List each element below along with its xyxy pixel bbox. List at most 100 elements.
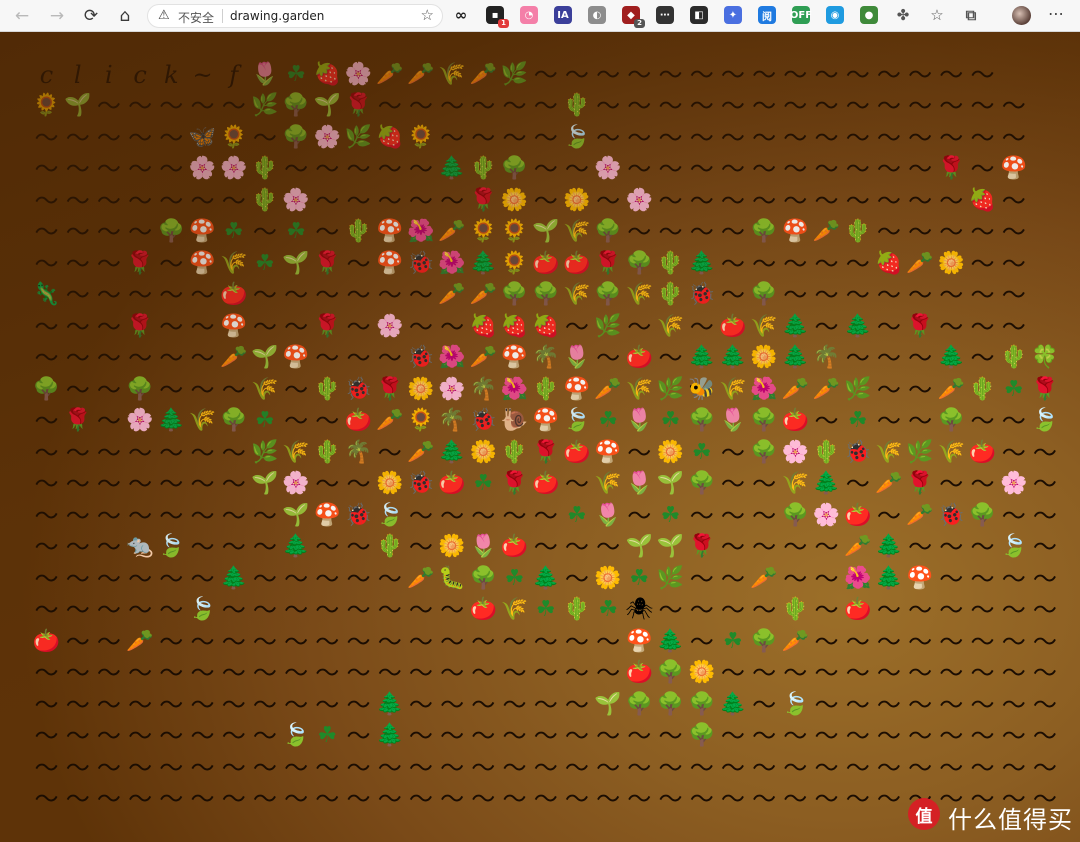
tomato-tile[interactable]: 🍅 — [468, 595, 499, 626]
tree-tile[interactable]: 🌳 — [749, 437, 780, 468]
squiggle-tile[interactable]: 〜 — [31, 311, 62, 342]
squiggle-tile[interactable]: 〜 — [125, 658, 156, 689]
squiggle-tile[interactable]: 〜 — [125, 185, 156, 216]
toggle-ext-icon[interactable]: OFF — [790, 6, 812, 24]
spider-tile[interactable]: 🕷 — [624, 595, 655, 626]
squiggle-tile[interactable]: 〜 — [749, 689, 780, 720]
squiggle-tile[interactable]: 〜 — [93, 563, 124, 594]
ublock-ext-icon[interactable]: ◆ 2 — [622, 6, 645, 28]
leaf-tile[interactable]: 🍃 — [1029, 406, 1060, 437]
rice-tile[interactable]: 🌾 — [624, 280, 655, 311]
squiggle-tile[interactable]: 〜 — [998, 406, 1029, 437]
caterpillar-tile[interactable]: 🐛 — [437, 563, 468, 594]
cherry-blossom-tile[interactable]: 🌸 — [125, 406, 156, 437]
carrot-tile[interactable]: 🥕 — [936, 374, 967, 405]
squiggle-tile[interactable]: 〜 — [62, 532, 93, 563]
strawberry-tile[interactable]: 🍓 — [530, 311, 561, 342]
squiggle-tile[interactable]: 〜 — [811, 154, 842, 185]
cherry-blossom-tile[interactable]: 🌸 — [998, 469, 1029, 500]
warning-icon[interactable]: ⚠ — [158, 8, 170, 23]
squiggle-tile[interactable]: 〜 — [125, 122, 156, 153]
tomato-tile[interactable]: 🍅 — [780, 406, 811, 437]
squiggle-tile[interactable]: 〜 — [998, 280, 1029, 311]
cactus-tile[interactable]: 🌵 — [780, 595, 811, 626]
squiggle-tile[interactable]: 〜 — [873, 658, 904, 689]
squiggle-tile[interactable]: 〜 — [905, 721, 936, 752]
ladybug-tile[interactable]: 🐞 — [405, 343, 436, 374]
squiggle-tile[interactable]: 〜 — [561, 721, 592, 752]
squiggle-tile[interactable]: 〜 — [499, 91, 530, 122]
squiggle-tile[interactable]: 〜 — [374, 91, 405, 122]
mushroom-tile[interactable]: 🍄 — [561, 374, 592, 405]
rice-tile[interactable]: 🌾 — [561, 280, 592, 311]
squiggle-tile[interactable]: 〜 — [156, 91, 187, 122]
carrot-tile[interactable]: 🥕 — [811, 374, 842, 405]
squiggle-tile[interactable]: 〜 — [780, 532, 811, 563]
tampermonkey-ext-icon[interactable]: ▪ 1 — [486, 6, 509, 28]
carrot-tile[interactable]: 🥕 — [905, 248, 936, 279]
tree-tile[interactable]: 🌳 — [125, 374, 156, 405]
shamrock-tile[interactable]: ☘ — [655, 500, 686, 531]
squiggle-tile[interactable]: 〜 — [125, 595, 156, 626]
carrot-tile[interactable]: 🥕 — [405, 59, 436, 90]
evergreen-tile[interactable]: 🌲 — [780, 311, 811, 342]
squiggle-tile[interactable]: 〜 — [749, 248, 780, 279]
tree-tile[interactable]: 🌳 — [655, 658, 686, 689]
cherry-blossom-tile[interactable]: 🌸 — [281, 469, 312, 500]
rose-tile[interactable]: 🌹 — [374, 374, 405, 405]
squiggle-tile[interactable]: 〜 — [374, 658, 405, 689]
rose-tile[interactable]: 🌹 — [62, 406, 93, 437]
tulip-tile[interactable]: 🌷 — [249, 59, 280, 90]
carrot-tile[interactable]: 🥕 — [374, 406, 405, 437]
squiggle-tile[interactable]: 〜 — [218, 91, 249, 122]
blossom-tile[interactable]: 🌼 — [593, 563, 624, 594]
tree-tile[interactable]: 🌳 — [499, 154, 530, 185]
squiggle-tile[interactable]: 〜 — [93, 658, 124, 689]
squiggle-tile[interactable]: 〜 — [749, 91, 780, 122]
squiggle-tile[interactable]: 〜 — [437, 185, 468, 216]
squiggle-tile[interactable]: 〜 — [93, 406, 124, 437]
squiggle-tile[interactable]: 〜 — [125, 217, 156, 248]
squiggle-tile[interactable]: 〜 — [187, 563, 218, 594]
squiggle-tile[interactable]: 〜 — [31, 784, 62, 815]
squiggle-tile[interactable]: 〜 — [873, 217, 904, 248]
squiggle-tile[interactable]: 〜 — [561, 311, 592, 342]
mouse-ext-icon[interactable]: ◐ — [588, 6, 606, 24]
squiggle-tile[interactable]: 〜 — [249, 311, 280, 342]
rat-tile[interactable]: 🐀 — [125, 532, 156, 563]
squiggle-tile[interactable]: 〜 — [842, 91, 873, 122]
mushroom-tile[interactable]: 🍄 — [530, 406, 561, 437]
mushroom-tile[interactable]: 🍄 — [905, 563, 936, 594]
squiggle-tile[interactable]: 〜 — [811, 59, 842, 90]
squiggle-tile[interactable]: 〜 — [31, 406, 62, 437]
mushroom-tile[interactable]: 🍄 — [374, 248, 405, 279]
squiggle-tile[interactable]: 〜 — [125, 689, 156, 720]
squiggle-tile[interactable]: 〜 — [156, 689, 187, 720]
tree-tile[interactable]: 🌳 — [281, 91, 312, 122]
squiggle-tile[interactable]: 〜 — [374, 185, 405, 216]
squiggle-tile[interactable]: 〜 — [905, 217, 936, 248]
squiggle-tile[interactable]: 〜 — [312, 784, 343, 815]
evergreen-tile[interactable]: 🌲 — [374, 721, 405, 752]
puzzle-ext-icon[interactable]: ✤ — [894, 6, 912, 24]
sunflower-tile[interactable]: 🌻 — [405, 406, 436, 437]
squiggle-tile[interactable]: 〜 — [873, 784, 904, 815]
evergreen-tile[interactable]: 🌲 — [873, 563, 904, 594]
squiggle-tile[interactable]: 〜 — [873, 595, 904, 626]
squiggle-tile[interactable]: 〜 — [905, 626, 936, 657]
shield-ext-icon[interactable]: ◉ — [826, 6, 844, 24]
squiggle-tile[interactable]: 〜 — [1029, 563, 1060, 594]
squiggle-tile[interactable]: 〜 — [187, 311, 218, 342]
tomato-tile[interactable]: 🍅 — [561, 248, 592, 279]
squiggle-tile[interactable]: 〜 — [998, 248, 1029, 279]
evergreen-tile[interactable]: 🌲 — [218, 563, 249, 594]
squiggle-tile[interactable]: 〜 — [749, 59, 780, 90]
blossom-tile[interactable]: 🌼 — [437, 532, 468, 563]
seedling-tile[interactable]: 🌱 — [655, 532, 686, 563]
squiggle-tile[interactable]: 〜 — [405, 721, 436, 752]
squiggle-tile[interactable]: 〜 — [31, 185, 62, 216]
squiggle-tile[interactable]: 〜 — [437, 721, 468, 752]
shamrock-tile[interactable]: ☘ — [686, 437, 717, 468]
squiggle-tile[interactable]: 〜 — [156, 185, 187, 216]
squiggle-tile[interactable]: 〜 — [312, 752, 343, 783]
